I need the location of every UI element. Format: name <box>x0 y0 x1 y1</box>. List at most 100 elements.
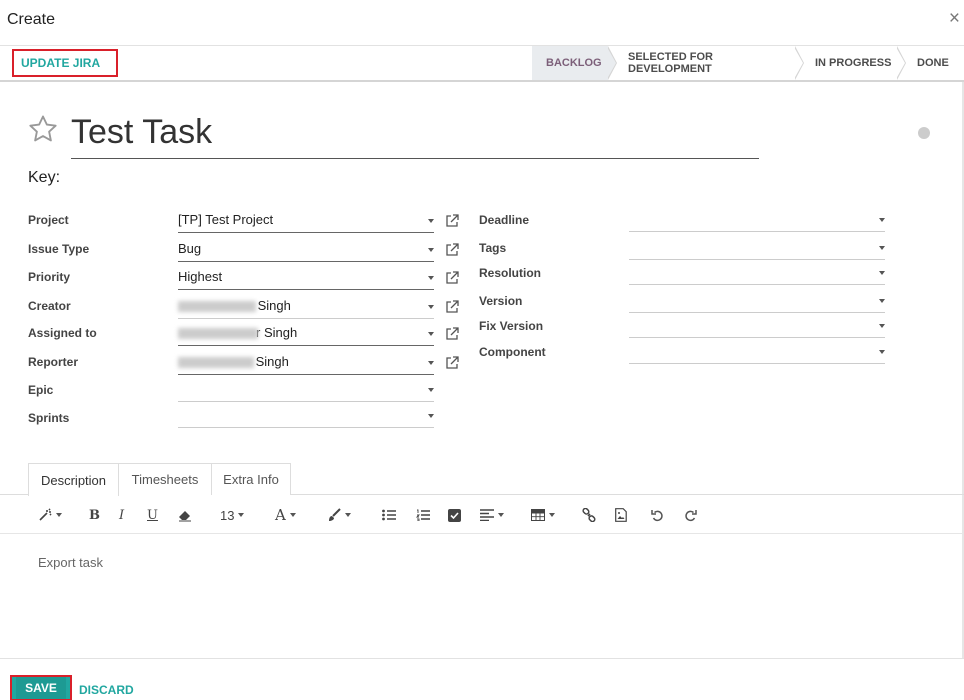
modal-footer: SAVE DISCARD <box>0 658 964 700</box>
field-label-issue-type: Issue Type <box>28 242 90 256</box>
external-link-icon[interactable] <box>445 327 459 341</box>
field-label-resolution: Resolution <box>479 266 541 280</box>
table-button[interactable] <box>531 506 555 524</box>
chevron-down-icon <box>879 299 885 303</box>
link-button[interactable] <box>582 506 596 524</box>
tab-extra-info[interactable]: Extra Info <box>211 463 291 495</box>
project-select[interactable]: [TP] Test Project <box>178 209 434 233</box>
star-icon[interactable] <box>27 113 59 145</box>
external-link-icon[interactable] <box>445 243 459 257</box>
key-label: Key: <box>28 169 61 186</box>
sprints-select[interactable] <box>178 404 434 428</box>
numbered-list-icon <box>416 509 430 521</box>
align-left-icon <box>480 509 494 521</box>
field-label-project: Project <box>28 213 69 227</box>
tab-description[interactable]: Description <box>28 463 119 496</box>
image-button[interactable] <box>615 506 627 524</box>
fix-version-select[interactable] <box>629 314 885 338</box>
kanban-state-icon[interactable] <box>918 127 930 139</box>
field-label-tags: Tags <box>479 241 507 255</box>
redacted-name <box>178 328 258 340</box>
bold-button[interactable]: B <box>89 506 100 524</box>
stage-in-progress[interactable]: IN PROGRESS <box>795 46 906 80</box>
chevron-down-icon <box>428 414 434 418</box>
epic-select[interactable] <box>178 378 434 402</box>
field-label-creator: Creator <box>28 299 71 313</box>
tab-timesheets[interactable]: Timesheets <box>118 463 212 495</box>
magic-wand-icon <box>39 508 52 521</box>
align-button[interactable] <box>480 506 504 524</box>
issue-type-select[interactable]: Bug <box>178 238 434 262</box>
highlight-button[interactable] <box>327 506 351 524</box>
chevron-down-icon <box>428 305 434 309</box>
italic-button[interactable]: I <box>119 506 124 524</box>
assigned-to-select[interactable]: r Singh <box>178 322 434 346</box>
bold-icon: B <box>89 507 100 523</box>
undo-button[interactable] <box>651 506 664 524</box>
checkbox-icon <box>448 508 461 522</box>
numbered-list-button[interactable] <box>416 506 430 524</box>
chevron-down-icon <box>879 350 885 354</box>
version-select[interactable] <box>629 289 885 313</box>
notebook-tabs: Description Timesheets Extra Info <box>0 463 964 496</box>
field-label-fix-version: Fix Version <box>479 319 544 333</box>
external-link-icon[interactable] <box>445 356 459 370</box>
field-label-epic: Epic <box>28 383 54 397</box>
task-title-input[interactable]: Test Task <box>71 110 759 159</box>
redacted-name <box>178 357 254 369</box>
underline-icon: U <box>147 507 158 523</box>
save-button[interactable]: SAVE <box>10 675 72 700</box>
style-button[interactable] <box>38 506 62 524</box>
stage-done[interactable]: DONE <box>897 46 962 80</box>
italic-icon: I <box>119 507 125 523</box>
eraser-button[interactable] <box>177 506 193 524</box>
chevron-down-icon <box>879 324 885 328</box>
field-label-reporter: Reporter <box>28 355 79 369</box>
underline-button[interactable]: U <box>147 506 158 524</box>
external-link-icon[interactable] <box>445 300 459 314</box>
checklist-button[interactable] <box>448 506 461 524</box>
modal-title: Create <box>7 11 56 28</box>
eraser-icon <box>179 511 191 522</box>
redacted-name <box>178 301 256 313</box>
bullet-list-button[interactable] <box>382 506 396 524</box>
description-editor[interactable]: Export task <box>38 555 103 570</box>
editor-toolbar: B I U 13 A <box>0 496 962 534</box>
image-icon <box>615 508 627 522</box>
chevron-down-icon <box>428 276 434 280</box>
resolution-select[interactable] <box>629 261 885 285</box>
link-icon <box>582 508 596 522</box>
font-size-button[interactable]: 13 <box>220 506 245 524</box>
table-icon <box>531 509 545 521</box>
chevron-down-icon <box>879 246 885 250</box>
external-link-icon[interactable] <box>445 214 459 228</box>
deadline-input[interactable] <box>629 208 885 232</box>
stage-backlog[interactable]: BACKLOG <box>532 46 617 80</box>
statusbar: UPDATE JIRA BACKLOG SELECTED FOR DEVELOP… <box>0 46 964 82</box>
chevron-down-icon <box>428 332 434 336</box>
field-label-assigned-to: Assigned to <box>28 326 97 340</box>
stage-selected-for-development[interactable]: SELECTED FOR DEVELOPMENT <box>608 46 804 80</box>
external-link-icon[interactable] <box>445 271 459 285</box>
modal-header: Create × <box>0 0 964 46</box>
chevron-down-icon <box>428 219 434 223</box>
chevron-down-icon <box>428 388 434 392</box>
component-select[interactable] <box>629 340 885 364</box>
reporter-select[interactable]: Singh <box>178 351 434 375</box>
bullet-list-icon <box>382 509 396 521</box>
field-label-version: Version <box>479 294 523 308</box>
update-jira-button[interactable]: UPDATE JIRA <box>12 49 118 77</box>
close-icon[interactable]: × <box>949 9 960 28</box>
chevron-down-icon <box>428 361 434 365</box>
redo-button[interactable] <box>684 506 697 524</box>
creator-select[interactable]: Singh <box>178 295 434 319</box>
discard-button[interactable]: DISCARD <box>79 683 134 697</box>
redo-icon <box>685 509 697 521</box>
text-color-button[interactable]: A <box>275 506 296 524</box>
tags-select[interactable] <box>629 236 885 260</box>
priority-select[interactable]: Highest <box>178 266 434 290</box>
field-label-sprints: Sprints <box>28 411 70 425</box>
stage-pipeline: BACKLOG SELECTED FOR DEVELOPMENT IN PROG… <box>532 46 962 80</box>
field-label-deadline: Deadline <box>479 213 530 227</box>
font-color-icon: A <box>275 506 286 524</box>
